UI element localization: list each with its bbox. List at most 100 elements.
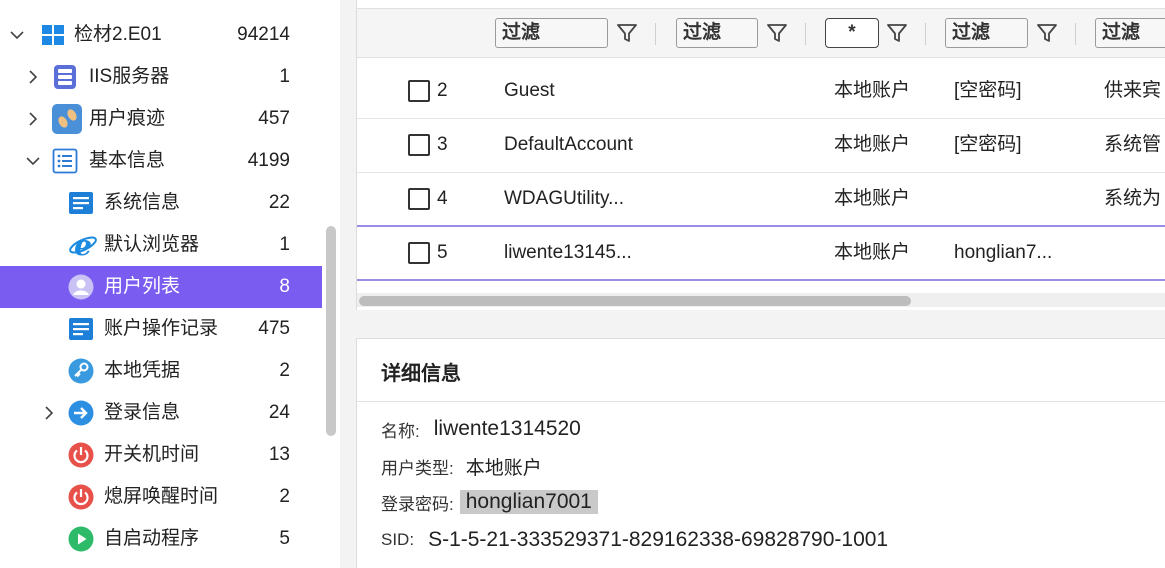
tree-item-count: 2 (279, 486, 290, 507)
detail-sid-value: S-1-5-21-333529371-829162338-69828790-10… (428, 528, 889, 551)
detail-password-row: 登录密码: honglian7001 (381, 487, 598, 517)
filter-bar: 过滤 过滤 * 过滤 过滤 (357, 8, 1165, 58)
row-number: 3 (437, 134, 448, 155)
tree-item-system-info[interactable]: 系统信息 22 (0, 182, 322, 224)
detail-label: 用户类型: (381, 458, 454, 478)
row-number: 5 (437, 242, 448, 263)
row-number: 4 (437, 188, 448, 209)
filter-icon[interactable] (885, 21, 909, 45)
tree-item-label: 本地凭据 (104, 360, 181, 381)
horizontal-scrollbar-thumb[interactable] (359, 296, 911, 306)
divider (357, 401, 1165, 402)
chevron-right-icon[interactable] (26, 70, 40, 84)
detail-label: 登录密码: (381, 494, 454, 514)
tree-item-case[interactable]: 检材2.E01 94214 (0, 14, 322, 56)
cell-description: 系统为 (1104, 188, 1162, 209)
tree-item-count: 1 (279, 234, 290, 255)
tree-item-basic-info[interactable]: 基本信息 4199 (0, 140, 322, 182)
tree-item-label: 用户痕迹 (89, 108, 166, 129)
tree-item-count: 24 (268, 402, 290, 423)
detail-name-row: 名称: liwente1314520 (381, 414, 581, 444)
row-checkbox[interactable] (408, 242, 430, 264)
user-icon (68, 274, 94, 300)
tree-item-count: 8 (279, 276, 290, 297)
column-separator[interactable] (655, 23, 656, 45)
cell-user-type: 本地账户 (834, 188, 911, 209)
filter-icon[interactable] (615, 21, 639, 45)
tree-item-label: 自启动程序 (104, 528, 200, 549)
tree-item-label: 熄屏唤醒时间 (104, 486, 219, 507)
chevron-down-icon[interactable] (26, 154, 40, 168)
tree-item-count: 4199 (247, 150, 290, 171)
detail-label: 名称: (381, 421, 420, 441)
filter-input-description[interactable]: 过滤 (1095, 18, 1165, 48)
row-checkbox[interactable] (408, 134, 430, 156)
cell-username: WDAGUtility... (504, 188, 624, 209)
power-icon (68, 442, 94, 468)
detail-sid-row: SID: S-1-5-21-333529371-829162338-698287… (381, 525, 888, 555)
cell-description: 供来宾 (1104, 80, 1162, 101)
tree-item-iis-server[interactable]: IIS服务器 1 (0, 56, 322, 98)
tree-scrollbar[interactable] (326, 226, 336, 436)
tree-item-sleep-wake-time[interactable]: 熄屏唤醒时间 2 (0, 476, 322, 518)
tree-item-login-info[interactable]: 登录信息 24 (0, 392, 322, 434)
tree-item-label: 默认浏览器 (104, 234, 200, 255)
navigation-tree: 检材2.E01 94214 IIS服务器 1 用户痕迹 457 基本信息 419 (0, 0, 340, 568)
detail-type-row: 用户类型: 本地账户 (381, 451, 542, 481)
filter-icon[interactable] (1035, 21, 1059, 45)
chevron-right-icon[interactable] (42, 406, 56, 420)
document-icon (68, 190, 94, 216)
horizontal-scrollbar[interactable] (357, 293, 1165, 307)
detail-label: SID: (381, 530, 415, 549)
tree-item-count: 1 (279, 66, 290, 87)
tree-item-user-list[interactable]: 用户列表 8 (0, 266, 322, 308)
cell-password: honglian7... (954, 242, 1053, 263)
footprints-icon (52, 104, 82, 134)
column-separator[interactable] (1075, 23, 1076, 45)
column-separator[interactable] (805, 23, 806, 45)
svg-text:e: e (74, 230, 92, 260)
filter-icon[interactable] (765, 21, 789, 45)
tree-item-startup-programs[interactable]: 自启动程序 5 (0, 518, 322, 560)
tree-item-user-traces[interactable]: 用户痕迹 457 (0, 98, 322, 140)
windows-icon (40, 22, 66, 48)
chevron-right-icon[interactable] (26, 112, 40, 126)
tree-item-count: 475 (258, 318, 290, 339)
detail-password-value[interactable]: honglian7001 (459, 490, 598, 514)
row-checkbox[interactable] (408, 80, 430, 102)
table-row[interactable]: 4 WDAGUtility... 本地账户 系统为 (357, 173, 1165, 227)
internet-explorer-icon: e (68, 230, 98, 260)
cell-user-type: 本地账户 (834, 134, 911, 155)
tree-item-label: 账户操作记录 (104, 318, 219, 339)
table-row[interactable]: 3 DefaultAccount 本地账户 [空密码] 系统管 (357, 119, 1165, 173)
chevron-down-icon[interactable] (10, 28, 24, 42)
filter-input-password[interactable]: 过滤 (945, 18, 1028, 48)
details-title: 详细信息 (381, 363, 461, 385)
tree-item-local-credentials[interactable]: 本地凭据 2 (0, 350, 322, 392)
table-row[interactable]: 2 Guest 本地账户 [空密码] 供来宾 (357, 65, 1165, 119)
filter-input-type[interactable]: 过滤 (676, 18, 758, 48)
tree-item-label: 用户列表 (104, 276, 181, 297)
cell-username: Guest (504, 80, 555, 101)
cell-description: 系统管 (1104, 134, 1162, 155)
tree-item-label: IIS服务器 (89, 66, 170, 87)
login-arrow-icon (68, 400, 94, 426)
tree-item-count: 22 (268, 192, 290, 213)
tree-item-power-on-off-time[interactable]: 开关机时间 13 (0, 434, 322, 476)
play-icon (68, 526, 94, 552)
key-icon (68, 358, 94, 384)
table-row-selected[interactable]: 5 liwente13145... 本地账户 honglian7... (357, 227, 1165, 281)
filter-input-wildcard[interactable]: * (825, 18, 879, 48)
filter-input-name[interactable]: 过滤 (495, 18, 608, 48)
cell-password: [空密码] (954, 80, 1022, 101)
row-checkbox[interactable] (408, 188, 430, 210)
tree-item-label: 登录信息 (104, 402, 181, 423)
cell-user-type: 本地账户 (834, 242, 911, 263)
tree-item-label: 系统信息 (104, 192, 181, 213)
server-icon (52, 64, 78, 90)
details-panel: 详细信息 名称: liwente1314520 用户类型: 本地账户 登录密码:… (356, 338, 1165, 568)
tree-item-default-browser[interactable]: e 默认浏览器 1 (0, 224, 322, 266)
column-separator[interactable] (925, 23, 926, 45)
list-icon (52, 148, 78, 174)
tree-item-account-operation-log[interactable]: 账户操作记录 475 (0, 308, 322, 350)
